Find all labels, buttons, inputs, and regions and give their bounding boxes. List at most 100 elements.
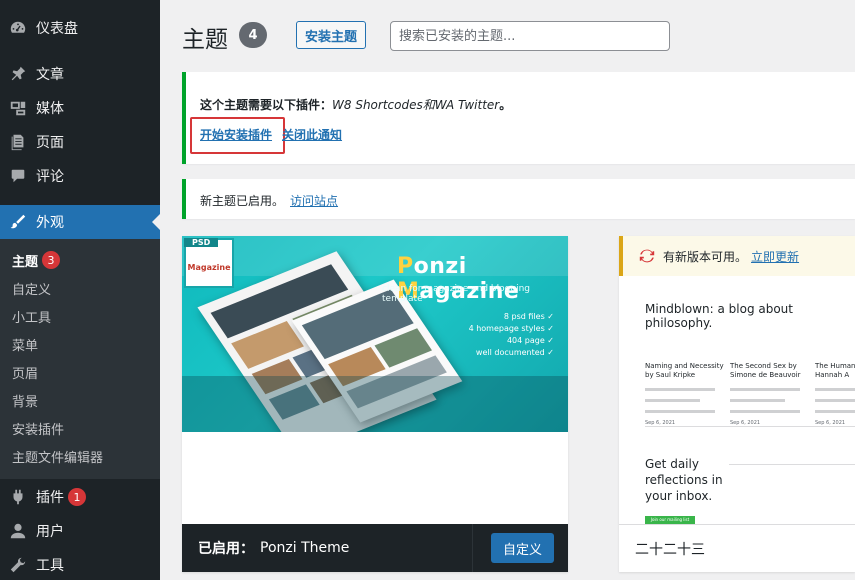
menu-item-plugins[interactable]: 插件 1 [0, 480, 160, 514]
menu-label: 文章 [36, 67, 64, 83]
required-plugins-list: W8 Shortcodes和WA Twitter [332, 98, 500, 112]
themes-count-badge: 3 [42, 251, 61, 269]
notice-links: 开始安装插件 关闭此通知 [200, 126, 342, 143]
menu-item-dashboard[interactable]: 仪表盘 [0, 11, 160, 45]
preview-rule [729, 464, 855, 465]
menu-item-tools[interactable]: 工具 [0, 548, 160, 580]
customize-button[interactable]: 自定义 [490, 533, 554, 563]
activated-message: 新主题已启用。 访问站点 [200, 192, 338, 209]
page-title: 主题 [182, 27, 228, 53]
menu-label: 插件 [36, 490, 64, 506]
text-line [730, 399, 785, 402]
text-line [815, 399, 855, 402]
submenu-item-header[interactable]: 页眉 [12, 360, 38, 384]
theme-card-ponzi[interactable]: PSD Magazine Ponzi Magazine clean for ma… [182, 236, 568, 572]
active-label: 已启用： [198, 541, 254, 557]
feature-item: 4 homepage styles [469, 323, 554, 335]
preview-subtitle: clean for magazine and blogging template [382, 284, 530, 304]
text-line [730, 410, 800, 413]
appearance-brush-icon [0, 213, 36, 231]
preview-post: The Second Sex by Simone de Beauvoir Sep… [730, 362, 810, 428]
update-text: 有新版本可用。 [663, 249, 748, 264]
page-icon [0, 133, 36, 151]
title-part: onzi [413, 254, 467, 279]
preview-post: The Human by Hannah A Sep 6, 2021 [815, 362, 855, 428]
text-line [815, 388, 855, 391]
pin-icon [0, 65, 36, 83]
post-title: The Human by Hannah A [815, 362, 855, 379]
menu-label: 工具 [36, 558, 64, 574]
submenu-item-menus[interactable]: 菜单 [12, 332, 38, 356]
submenu-item-customize[interactable]: 自定义 [12, 276, 51, 300]
submenu-label: 主题 [12, 254, 39, 270]
admin-sidebar: 仪表盘 文章 媒体 页面 评论 外观 主题 3 自定义 小工具 菜单 页眉 背景… [0, 0, 160, 580]
footer-divider [472, 524, 473, 572]
dashboard-icon [0, 19, 36, 37]
required-plugins-notice: 这个主题需要以下插件：W8 Shortcodes和WA Twitter。 开始安… [182, 72, 855, 164]
submenu-item-widgets[interactable]: 小工具 [12, 304, 51, 328]
text-line [815, 410, 855, 413]
preview-newsletter: Get daily reflections in your inbox. [645, 457, 723, 503]
dismiss-notice-link[interactable]: 关闭此通知 [282, 128, 342, 142]
text-line [645, 388, 715, 391]
menu-item-appearance[interactable]: 外观 [0, 205, 160, 239]
update-refresh-icon [639, 249, 655, 263]
menu-label: 用户 [36, 524, 64, 540]
plugins-count-badge: 1 [68, 488, 86, 506]
text-line [645, 399, 700, 402]
media-icon [0, 99, 36, 117]
preview-post: Naming and Necessity by Saul Kripke Sep … [645, 362, 725, 428]
search-themes-input[interactable] [390, 21, 670, 51]
feature-item: 404 page [469, 335, 554, 347]
submenu-item-themes[interactable]: 主题 3 [12, 248, 61, 272]
active-theme-name: Ponzi Theme [260, 540, 350, 556]
menu-label: 页面 [36, 135, 64, 151]
theme-card-twentytwentythree[interactable]: 有新版本可用。 立即更新 Mindblown: a blog about phi… [619, 236, 855, 572]
update-available-notice: 有新版本可用。 立即更新 [619, 236, 855, 276]
preview-cta: Join our mailing list [645, 516, 695, 524]
menu-item-posts[interactable]: 文章 [0, 57, 160, 91]
menu-item-comments[interactable]: 评论 [0, 159, 160, 193]
theme-count-badge: 4 [239, 22, 267, 48]
submenu-item-background[interactable]: 背景 [12, 388, 38, 412]
appearance-submenu: 主题 3 自定义 小工具 菜单 页眉 背景 安装插件 主题文件编辑器 [0, 239, 160, 479]
visit-site-link[interactable]: 访问站点 [290, 194, 338, 208]
comment-icon [0, 167, 36, 185]
user-icon [0, 522, 36, 540]
menu-item-media[interactable]: 媒体 [0, 91, 160, 125]
feature-item: 8 psd files [469, 311, 554, 323]
activated-text: 新主题已启用。 [200, 194, 285, 208]
notice-message: 这个主题需要以下插件：W8 Shortcodes和WA Twitter。 [200, 96, 511, 113]
preview-headline: Mindblown: a blog about philosophy. [645, 302, 793, 330]
post-title: Naming and Necessity by Saul Kripke [645, 362, 724, 379]
post-title: The Second Sex by Simone de Beauvoir [730, 362, 801, 379]
preview-divider [645, 426, 855, 427]
feature-item: well documented [469, 347, 554, 359]
theme-logo-badge: PSD Magazine [184, 238, 234, 288]
theme-footer: 二十二十三 [619, 524, 855, 572]
logo-text: Magazine [187, 262, 231, 272]
title-part: P [397, 254, 414, 279]
plugin-icon [0, 488, 36, 506]
menu-item-pages[interactable]: 页面 [0, 125, 160, 159]
menu-label: 仪表盘 [36, 21, 78, 37]
submenu-item-theme-editor[interactable]: 主题文件编辑器 [12, 444, 103, 468]
preview-feature-list: 8 psd files 4 homepage styles 404 page w… [469, 311, 554, 359]
active-theme-footer: 已启用： Ponzi Theme 自定义 [182, 524, 568, 572]
preview-bottom-band [182, 376, 568, 432]
text-line [645, 410, 715, 413]
wrench-icon [0, 556, 36, 574]
text-line [730, 388, 800, 391]
add-theme-button[interactable]: 安装主题 [296, 21, 367, 49]
theme-name: 二十二十三 [635, 541, 705, 558]
begin-installing-plugins-link[interactable]: 开始安装插件 [200, 128, 272, 142]
theme-activated-notice: 新主题已启用。 访问站点 [182, 179, 855, 219]
menu-item-users[interactable]: 用户 [0, 514, 160, 548]
menu-label: 媒体 [36, 101, 64, 117]
update-now-link[interactable]: 立即更新 [751, 248, 799, 265]
notice-text: 这个主题需要以下插件： [200, 98, 333, 112]
theme-screenshot[interactable]: PSD Magazine Ponzi Magazine clean for ma… [182, 236, 568, 432]
submenu-item-install-plugins[interactable]: 安装插件 [12, 416, 64, 440]
menu-label: 外观 [36, 215, 64, 231]
notice-end: 。 [499, 98, 512, 112]
